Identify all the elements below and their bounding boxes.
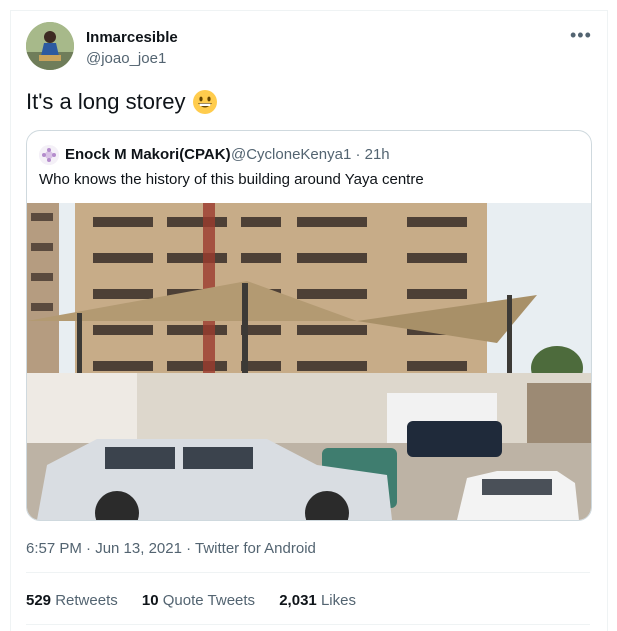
retweets-stat[interactable]: 529 Retweets [26, 592, 118, 609]
quoted-author-handle[interactable]: @CycloneKenya1 · 21h [231, 146, 390, 163]
quote-tweets-label: Quote Tweets [162, 592, 256, 609]
quote-tweets-count: 10 [141, 592, 159, 609]
quoted-author-avatar[interactable] [39, 145, 59, 165]
divider [26, 572, 590, 573]
quoted-author-name[interactable]: Enock M Makori(CPAK) [65, 146, 231, 163]
retweets-count: 529 [26, 592, 52, 609]
likes-stat[interactable]: 2,031 Likes [279, 592, 356, 609]
author-handle[interactable]: @joao_joe1 [86, 50, 166, 67]
more-horizontal-icon[interactable]: ••• [570, 25, 592, 46]
divider [26, 624, 590, 625]
quoted-tweet[interactable]: Enock M Makori(CPAK) @CycloneKenya1 · 21… [26, 130, 592, 521]
author-name[interactable]: Inmarcesible [86, 29, 178, 46]
quote-tweets-stat[interactable]: 10 Quote Tweets [142, 592, 255, 609]
engagement-stats: 529 Retweets 10 Quote Tweets 2,031 Likes [26, 592, 376, 609]
tweet-body: It's a long storey [26, 89, 186, 114]
retweets-label: Retweets [55, 592, 118, 609]
quoted-photo[interactable] [27, 203, 591, 520]
tweet-text: It's a long storey [26, 88, 218, 116]
likes-count: 2,031 [279, 592, 317, 609]
tweet-timestamp[interactable]: 6:57 PM · Jun 13, 2021 · Twitter for And… [26, 540, 316, 557]
author-avatar[interactable] [26, 22, 74, 70]
grinning-face-icon [192, 89, 218, 115]
likes-label: Likes [320, 592, 356, 609]
quoted-text: Who knows the history of this building a… [39, 171, 424, 188]
